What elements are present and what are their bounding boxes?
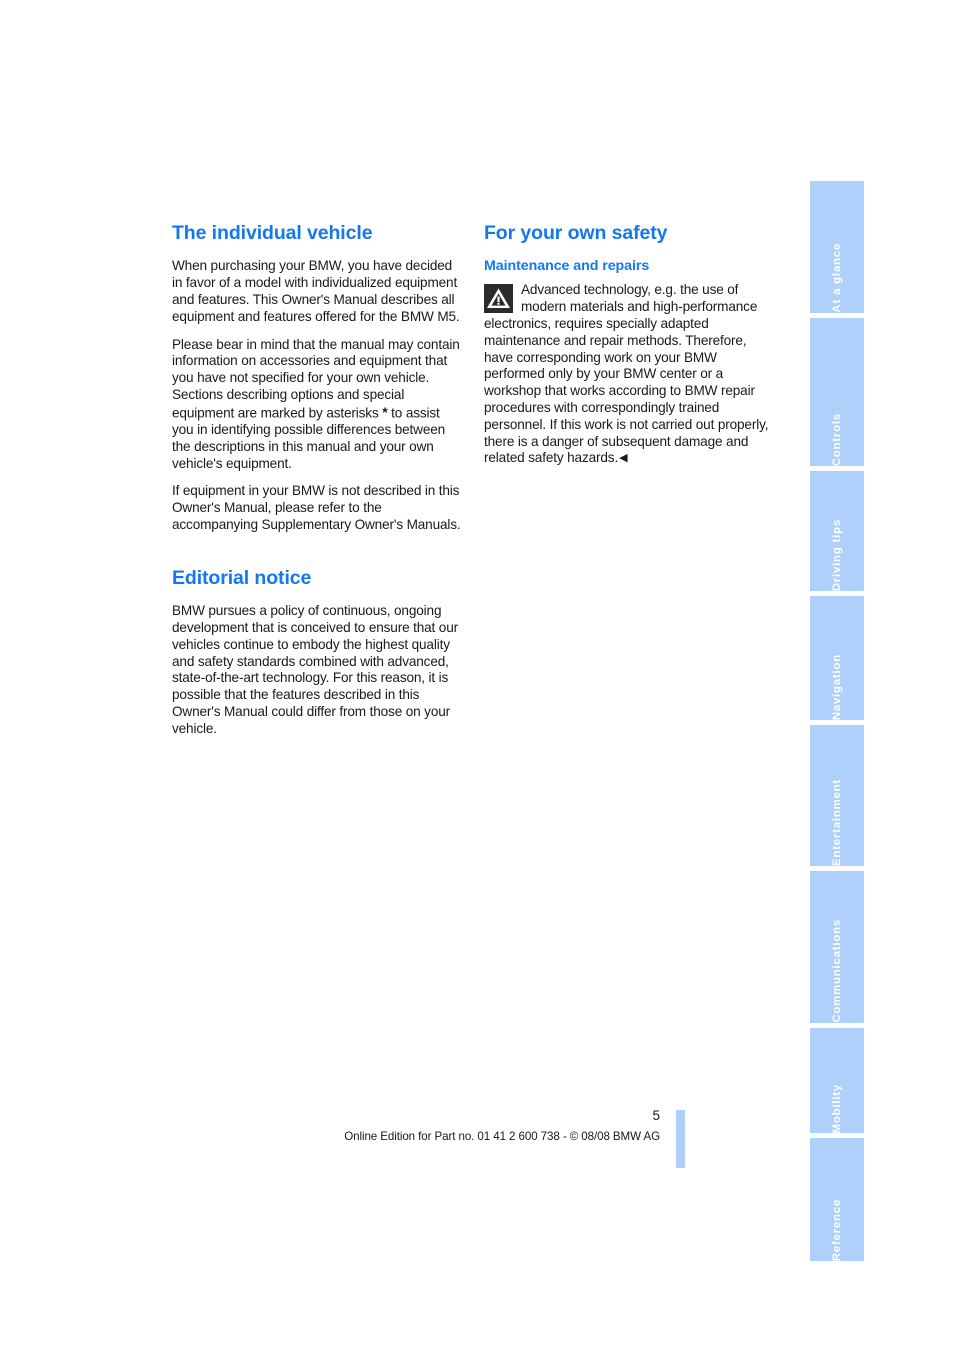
footer-edition-notice: Online Edition for Part no. 01 41 2 600 … <box>344 1130 660 1143</box>
tab-controls[interactable]: Controls <box>810 318 864 466</box>
paragraph: Please bear in mind that the manual may … <box>172 337 462 473</box>
tab-mobility[interactable]: Mobility <box>810 1028 864 1133</box>
tab-label: Mobility <box>831 1083 843 1133</box>
tab-label: Controls <box>831 412 843 466</box>
chapter-tab-strip: At a glance Controls Driving tips Naviga… <box>810 181 864 1266</box>
tab-entertainment[interactable]: Entertainment <box>810 725 864 866</box>
tab-label: Navigation <box>831 653 843 720</box>
manual-page: The individual vehicle When purchasing y… <box>0 0 954 1350</box>
tab-label: At a glance <box>831 243 843 313</box>
right-column: For your own safety Maintenance and repa… <box>484 222 774 467</box>
paragraph: BMW pursues a policy of continuous, ongo… <box>172 603 459 736</box>
warning-triangle-icon <box>484 284 513 314</box>
page-title-individual-vehicle: The individual vehicle <box>172 222 373 244</box>
paragraph: If equipment in your BMW is not describe… <box>172 483 461 533</box>
paragraph: When purchasing your BMW, you have decid… <box>172 258 460 324</box>
page-title-editorial-notice: Editorial notice <box>172 566 312 589</box>
tab-at-a-glance[interactable]: At a glance <box>810 181 864 313</box>
warning-note-text: Advanced technology, e.g. the use of mod… <box>484 282 769 466</box>
subheading-maintenance-and-repairs: Maintenance and repairs <box>484 258 650 275</box>
left-column: The individual vehicle When purchasing y… <box>172 222 462 738</box>
tab-label: Entertainment <box>831 779 843 866</box>
tab-label: Communications <box>831 919 843 1023</box>
tab-communications[interactable]: Communications <box>810 871 864 1023</box>
tab-navigation[interactable]: Navigation <box>810 596 864 720</box>
page-number: 5 <box>652 1108 660 1123</box>
tab-label: Driving tips <box>831 518 843 591</box>
end-of-note-marker: ◀ <box>619 452 628 465</box>
tab-label: Reference <box>831 1198 843 1261</box>
tab-reference[interactable]: Reference <box>810 1138 864 1261</box>
footer-accent-bar <box>676 1110 685 1168</box>
warning-note: Advanced technology, e.g. the use of mod… <box>484 282 774 467</box>
page-title-for-your-own-safety: For your own safety <box>484 222 668 244</box>
tab-driving-tips[interactable]: Driving tips <box>810 471 864 591</box>
